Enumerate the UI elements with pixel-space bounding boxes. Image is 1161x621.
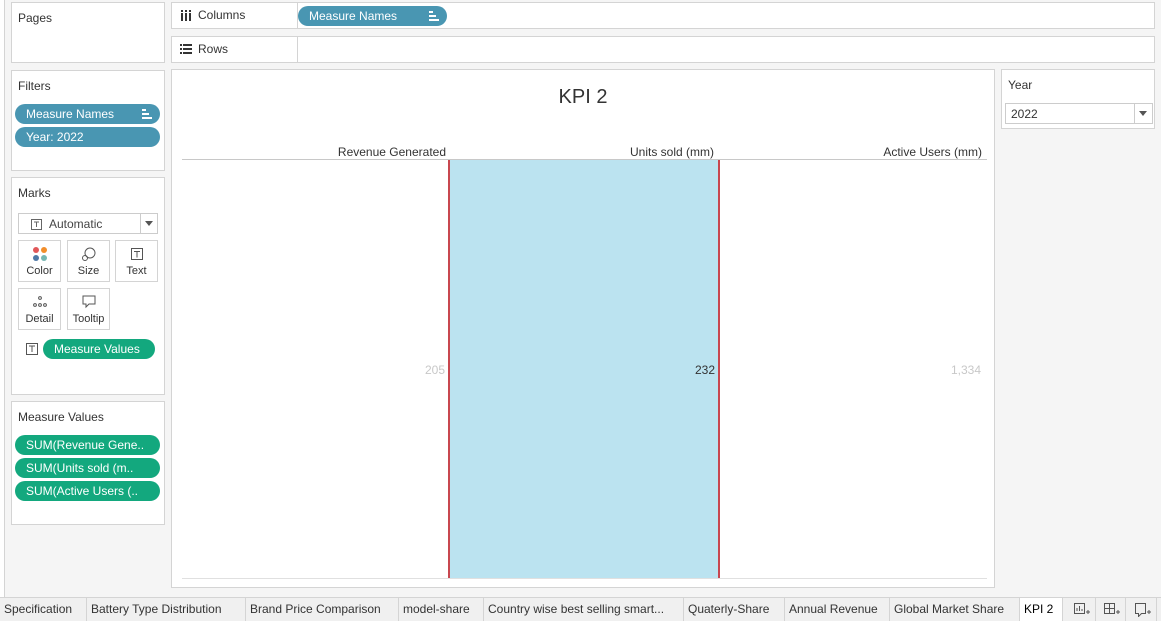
tab-global-market-share[interactable]: Global Market Share [890,598,1020,621]
rows-shelf[interactable]: Rows [171,36,1155,63]
measure-names-column-pill[interactable]: Measure Names [298,6,447,26]
tab-label: Specification [4,602,73,616]
filter-pill-label: Measure Names [26,107,115,121]
color-button-label: Color [26,265,53,277]
measure-names-pill-label: Measure Names [309,9,398,23]
tab-label: Brand Price Comparison [250,602,381,616]
detail-button-label: Detail [25,313,54,325]
active-users-pill[interactable]: SUM(Active Users (.. [15,481,160,501]
dropdown-divider [1134,104,1135,123]
tooltip-button-label: Tooltip [72,313,105,325]
chevron-down-icon [145,221,153,226]
sort-icon [142,109,152,119]
year-filter-card: Year 2022 [1001,69,1155,129]
text-icon [131,248,143,260]
pill-label: SUM(Active Users (.. [26,484,139,498]
year-filter-title: Year [1008,78,1033,92]
view-title: KPI 2 [558,86,608,108]
year-dropdown-value: 2022 [1011,107,1038,121]
mark-type-dropdown[interactable]: Automatic [18,213,158,234]
filters-card: Filters Measure Names Year: 2022 [11,70,165,171]
cell-units-sold-selected[interactable]: 232 [448,160,720,578]
sort-icon [429,11,439,21]
pill-label: SUM(Revenue Gene.. [26,438,145,452]
size-icon [82,247,96,261]
tab-brand-price-comparison[interactable]: Brand Price Comparison [246,598,399,621]
bottom-divider [182,578,987,579]
tooltip-button[interactable]: Tooltip [67,288,110,330]
column-header-active-users[interactable]: Active Users (mm) [718,145,982,159]
new-story-icon[interactable] [1129,598,1157,621]
color-icon [33,247,47,261]
left-edge-strip [0,0,5,598]
columns-label-text: Columns [198,8,246,22]
chevron-down-icon [1139,111,1147,116]
measure-values-title: Measure Values [18,410,104,424]
tab-label: Annual Revenue [789,602,878,616]
tab-battery-type-distribution[interactable]: Battery Type Distribution [87,598,246,621]
revenue-generated-pill[interactable]: SUM(Revenue Gene.. [15,435,160,455]
measure-values-card: Measure Values SUM(Revenue Gene.. SUM(Un… [11,401,165,525]
cell-revenue-generated[interactable]: 205 [182,160,448,578]
columns-shelf-label: Columns [172,3,298,28]
year-dropdown[interactable]: 2022 [1005,103,1153,124]
tab-country-wise-best-selling[interactable]: Country wise best selling smart... [484,598,684,621]
tab-label: KPI 2 [1024,602,1054,616]
detail-button[interactable]: Detail [18,288,61,330]
cell-value: 232 [694,363,715,377]
cell-active-users[interactable]: 1,334 [720,160,986,578]
new-worksheet-icon[interactable] [1068,598,1096,621]
column-header-revenue-generated[interactable]: Revenue Generated [182,145,446,159]
worksheet-view[interactable]: KPI 2 Revenue Generated Units sold (mm) … [171,69,995,588]
measure-values-pill-label: Measure Values [54,342,140,356]
tooltip-icon [82,295,96,309]
marks-card: Marks Automatic Color Size Text Detail T… [11,177,165,395]
text-mark-icon [31,219,42,230]
tab-model-share[interactable]: model-share [399,598,484,621]
text-button[interactable]: Text [115,240,158,282]
tab-kpi-2[interactable]: KPI 2 [1020,598,1063,621]
units-sold-pill[interactable]: SUM(Units sold (m.. [15,458,160,478]
tab-label: Country wise best selling smart... [488,602,665,616]
tab-label: Global Market Share [894,602,1005,616]
measure-values-text-pill[interactable]: Measure Values [43,339,155,359]
size-button[interactable]: Size [67,240,110,282]
columns-shelf[interactable]: Columns Measure Names [171,2,1155,29]
rows-shelf-label: Rows [172,37,298,62]
rows-label-text: Rows [198,42,229,56]
mark-type-label: Automatic [49,217,103,231]
rows-icon [180,44,192,54]
dropdown-divider [140,214,141,233]
tab-label: Quaterly-Share [688,602,770,616]
text-encoding-icon [26,343,38,355]
new-dashboard-icon[interactable] [1098,598,1126,621]
text-button-label: Text [126,265,147,277]
marks-title: Marks [18,186,51,200]
cell-value: 1,334 [950,363,981,377]
detail-icon [33,296,47,307]
tab-label: Battery Type Distribution [91,602,222,616]
year-filter-pill[interactable]: Year: 2022 [15,127,160,147]
pages-card[interactable]: Pages [11,2,165,63]
columns-icon [181,10,191,21]
cell-value: 205 [424,363,445,377]
tab-specification[interactable]: Specification [0,598,87,621]
tab-annual-revenue[interactable]: Annual Revenue [785,598,890,621]
color-button[interactable]: Color [18,240,61,282]
tab-label: model-share [403,602,470,616]
pill-label: SUM(Units sold (m.. [26,461,134,475]
tab-quaterly-share[interactable]: Quaterly-Share [684,598,785,621]
column-header-units-sold[interactable]: Units sold (mm) [448,145,714,159]
filter-pill-label: Year: 2022 [26,130,84,144]
size-button-label: Size [77,265,100,277]
filters-title: Filters [18,79,51,93]
measure-names-filter-pill[interactable]: Measure Names [15,104,160,124]
pages-title: Pages [18,11,53,25]
